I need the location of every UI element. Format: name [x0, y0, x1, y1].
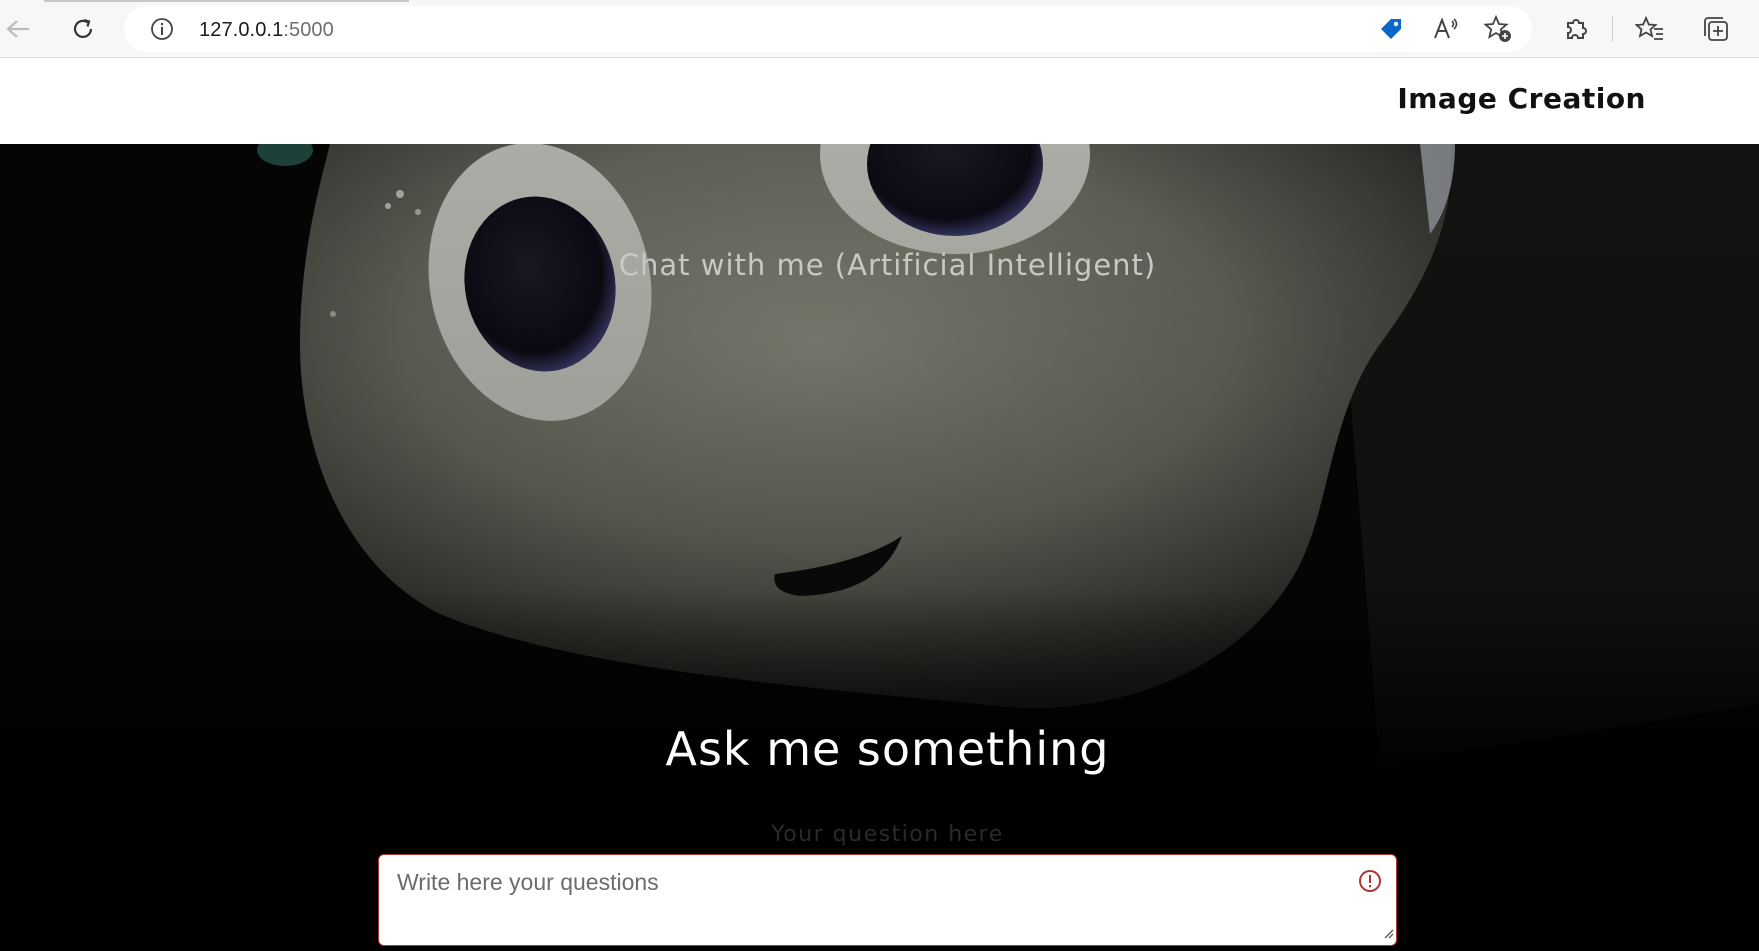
- refresh-icon: [73, 18, 93, 38]
- extensions-button[interactable]: [1560, 13, 1592, 45]
- active-tab-indicator: [44, 0, 409, 2]
- site-info-button[interactable]: [150, 17, 174, 45]
- alert-icon: [1359, 870, 1381, 892]
- url-text[interactable]: 127.0.0.1:5000: [199, 19, 334, 42]
- hero-section: Chat with me (Artificial Intelligent) As…: [0, 144, 1759, 951]
- validation-warning: [1358, 869, 1382, 897]
- resize-grip-icon: [1384, 929, 1394, 939]
- question-field[interactable]: [378, 854, 1397, 946]
- toolbar-separator: [1612, 16, 1613, 42]
- shopping-tag-icon: [1381, 19, 1401, 39]
- site-header: Image Creation: [0, 58, 1759, 144]
- brand-title[interactable]: Image Creation: [1397, 82, 1646, 115]
- question-label: Your question here: [771, 822, 1004, 847]
- favorites-button[interactable]: [1634, 13, 1666, 45]
- shopping-button[interactable]: [1375, 13, 1407, 45]
- favorites-icon: [1635, 15, 1663, 40]
- extensions-icon: [1567, 19, 1587, 39]
- resize-handle[interactable]: [1382, 924, 1394, 943]
- hero-heading: Ask me something: [665, 722, 1110, 776]
- collections-button[interactable]: [1700, 13, 1732, 45]
- site-info-icon: [151, 18, 173, 40]
- url-host: 127.0.0.1: [199, 19, 284, 41]
- hero-subtitle: Chat with me (Artificial Intelligent): [618, 248, 1157, 282]
- address-bar[interactable]: 127.0.0.1:5000: [124, 6, 1532, 52]
- url-port: :5000: [283, 19, 334, 41]
- refresh-button[interactable]: [67, 13, 99, 45]
- collections-icon: [1704, 17, 1728, 41]
- read-aloud-icon: [1434, 17, 1458, 39]
- read-aloud-button[interactable]: [1430, 13, 1462, 45]
- browser-toolbar: 127.0.0.1:5000: [0, 0, 1759, 58]
- back-button[interactable]: [2, 13, 34, 45]
- add-favorite-icon: [1483, 14, 1511, 42]
- question-input[interactable]: [379, 855, 1396, 945]
- add-favorite-button[interactable]: [1482, 13, 1514, 45]
- back-arrow-icon: [6, 20, 29, 38]
